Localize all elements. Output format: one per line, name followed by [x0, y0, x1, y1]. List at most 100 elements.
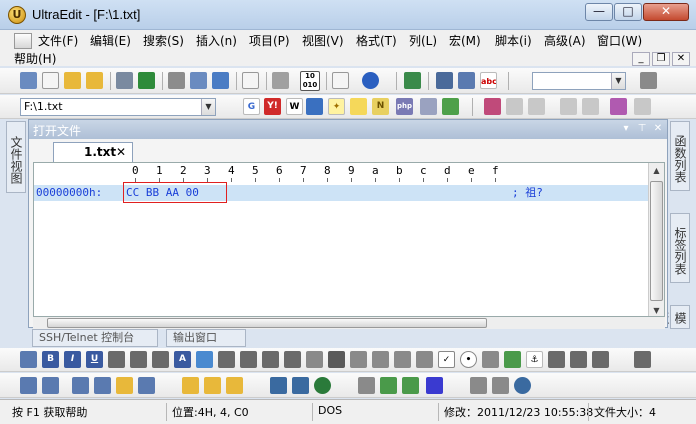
more-icon[interactable] — [634, 351, 651, 368]
save-icon[interactable] — [116, 72, 133, 89]
button-icon[interactable] — [416, 351, 433, 368]
redo-icon[interactable] — [506, 98, 523, 115]
marker-icon[interactable] — [610, 98, 627, 115]
idea-icon[interactable]: ✦ — [328, 98, 345, 115]
maximize-button[interactable]: □ — [614, 3, 642, 21]
open-folder-icon[interactable] — [64, 72, 81, 89]
print-preview-icon[interactable] — [190, 72, 207, 89]
horizontal-scrollbar[interactable] — [33, 317, 665, 329]
tool-icon[interactable] — [528, 98, 545, 115]
menu-file[interactable]: 文件(F) — [38, 33, 78, 49]
windows-icon[interactable] — [442, 98, 459, 115]
globe2-icon[interactable] — [314, 377, 331, 394]
globe-icon[interactable] — [362, 72, 379, 89]
menu-help[interactable]: 帮助(H) — [14, 51, 56, 67]
scroll-thumb[interactable] — [650, 181, 663, 301]
yahoo-icon[interactable]: Y! — [264, 98, 281, 115]
select-icon[interactable] — [482, 351, 499, 368]
table-icon[interactable] — [306, 351, 323, 368]
close-file-icon[interactable] — [138, 72, 155, 89]
abc-spell-icon[interactable]: abc — [480, 72, 497, 89]
para2-icon[interactable] — [284, 351, 301, 368]
minimize-button[interactable]: — — [585, 3, 613, 21]
find-replace-icon[interactable] — [458, 72, 475, 89]
menu-script[interactable]: 脚本(i) — [495, 33, 532, 49]
textbox-icon[interactable] — [372, 351, 389, 368]
menu-insert[interactable]: 插入(n) — [196, 33, 237, 49]
tab-1-txt[interactable]: 1.txt ✕ — [53, 142, 133, 162]
color-icon[interactable] — [196, 351, 213, 368]
open-icon[interactable] — [86, 72, 103, 89]
tool-k-icon[interactable] — [292, 377, 309, 394]
word-count-icon[interactable] — [242, 72, 259, 89]
mdi-restore-button[interactable]: ❐ — [652, 52, 670, 66]
bullets-icon[interactable] — [130, 351, 147, 368]
tracker-icon[interactable] — [306, 98, 323, 115]
side-tab-function-list[interactable]: 函数列表 — [670, 121, 690, 191]
scroll-up-icon[interactable]: ▲ — [649, 163, 664, 178]
hex-editor[interactable]: 0 1 2 3 4 5 6 7 8 9 a b c d e f 00000000… — [33, 162, 665, 317]
font-icon[interactable]: A — [174, 351, 191, 368]
label-icon[interactable] — [350, 351, 367, 368]
indent-icon[interactable] — [218, 351, 235, 368]
checkbox-icon[interactable]: ✓ — [438, 351, 455, 368]
tool-l-icon[interactable] — [380, 377, 397, 394]
menu-window[interactable]: 窗口(W) — [597, 33, 642, 49]
tool-m-icon[interactable] — [402, 377, 419, 394]
menu-view[interactable]: 视图(V) — [302, 33, 344, 49]
menu-edit[interactable]: 编辑(E) — [90, 33, 131, 49]
tool-c-icon[interactable] — [72, 377, 89, 394]
hr-icon[interactable] — [328, 351, 345, 368]
mark-icon[interactable] — [592, 351, 609, 368]
find-in-files-icon[interactable] — [640, 72, 657, 89]
tab-ssh-telnet[interactable]: SSH/Telnet 控制台 — [32, 329, 158, 347]
image-icon[interactable] — [504, 351, 521, 368]
link-icon[interactable] — [420, 98, 437, 115]
tool-d-icon[interactable] — [94, 377, 111, 394]
google-icon[interactable]: G — [243, 98, 260, 115]
file-icon[interactable] — [332, 72, 349, 89]
tool-n-icon[interactable] — [426, 377, 443, 394]
blank-file-icon[interactable] — [42, 72, 59, 89]
clear-icon[interactable] — [634, 98, 651, 115]
tool-f-icon[interactable] — [138, 377, 155, 394]
tool-j-icon[interactable] — [270, 377, 287, 394]
search-combo[interactable]: ▼ — [532, 72, 626, 90]
scroll-down-icon[interactable]: ▼ — [649, 303, 664, 316]
sort-icon[interactable] — [570, 351, 587, 368]
para-icon[interactable] — [262, 351, 279, 368]
hex-text-column[interactable]: ; 祖? — [512, 185, 543, 201]
anchor-icon[interactable]: ⚓ — [526, 351, 543, 368]
tool3-icon[interactable] — [582, 98, 599, 115]
php-icon[interactable]: php — [396, 98, 413, 115]
special-char-icon[interactable] — [548, 351, 565, 368]
tool-b-icon[interactable] — [42, 377, 59, 394]
chevron-down-icon[interactable]: ▼ — [611, 73, 625, 89]
tool-a-icon[interactable] — [20, 377, 37, 394]
tool-p-icon[interactable] — [492, 377, 509, 394]
side-tab-templates[interactable]: 模板 — [656, 305, 690, 329]
vertical-scrollbar[interactable]: ▲ ▼ — [648, 163, 664, 316]
print-icon[interactable] — [168, 72, 185, 89]
radio-icon[interactable]: • — [460, 351, 477, 368]
menu-advanced[interactable]: 高级(A) — [544, 33, 586, 49]
close-button[interactable]: ✕ — [643, 3, 689, 21]
format-icon[interactable] — [272, 72, 289, 89]
panel-close-icon[interactable]: ✕ — [651, 122, 665, 136]
open-file-combo[interactable]: F:\1.txt ▼ — [20, 98, 216, 116]
wikipedia-icon[interactable]: W — [286, 98, 303, 115]
grid-icon[interactable] — [358, 377, 375, 394]
tab-close-icon[interactable]: ✕ — [116, 143, 126, 161]
notes-icon[interactable]: N — [372, 98, 389, 115]
menu-macro[interactable]: 宏(M) — [449, 33, 481, 49]
tool-g-icon[interactable] — [182, 377, 199, 394]
tab-output-window[interactable]: 输出窗口 — [166, 329, 246, 347]
mdi-close-button[interactable]: ✕ — [672, 52, 690, 66]
underline-icon[interactable]: U — [86, 351, 103, 368]
binoculars-icon[interactable] — [436, 72, 453, 89]
tool-o-icon[interactable] — [470, 377, 487, 394]
new-file-icon[interactable] — [20, 72, 37, 89]
outdent-icon[interactable] — [240, 351, 257, 368]
align-icon[interactable] — [108, 351, 125, 368]
italic-icon[interactable]: I — [64, 351, 81, 368]
